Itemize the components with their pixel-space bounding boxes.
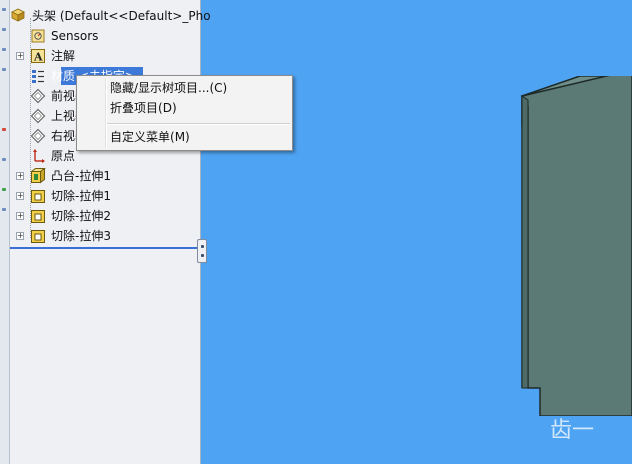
menu-item-label: 折叠项目 [110, 101, 159, 115]
menu-separator [107, 123, 290, 125]
tree-item-label: 原点 [51, 149, 76, 163]
tree-root-label: 头架 (Default<<Default>_Pho [32, 9, 211, 23]
panel-splitter-handle[interactable] [197, 239, 207, 263]
strip-icon[interactable] [2, 158, 6, 161]
feature-manager-tree: 头架 (Default<<Default>_Pho Sensors + A 注解… [10, 0, 211, 464]
strip-icon[interactable] [2, 208, 6, 211]
cut-extrude-icon [31, 210, 45, 223]
expand-toggle[interactable]: + [16, 232, 24, 240]
menu-item-hide-show-tree-items[interactable]: 隐藏/显示树项目...(C) [110, 79, 227, 97]
command-strip [0, 0, 10, 464]
strip-icon[interactable] [2, 8, 6, 11]
boss-extrude-icon [30, 168, 46, 184]
watermark: 齿一 [550, 418, 595, 443]
plane-icon [30, 88, 46, 104]
expand-toggle[interactable]: + [16, 52, 24, 60]
cut-extrude-icon [31, 230, 45, 243]
menu-gutter [105, 78, 107, 148]
rollback-bar[interactable] [10, 247, 205, 249]
menu-item-collapse-items[interactable]: 折叠项目(D) [110, 99, 177, 117]
tree-item-label: 切除-拉伸2 [51, 209, 111, 223]
strip-icon[interactable] [2, 48, 6, 51]
tree-item-label: 凸台-拉伸1 [51, 169, 111, 183]
annotations-icon: A [31, 49, 45, 64]
part-icon [11, 8, 25, 22]
menu-item-customize-menu[interactable]: 自定义菜单(M) [110, 128, 190, 146]
expand-toggle[interactable]: + [16, 212, 24, 220]
menu-item-shortcut: (C) [209, 81, 228, 95]
menu-item-label: 自定义菜单 [110, 130, 171, 144]
sensors-icon [31, 29, 45, 43]
cut-extrude-icon [31, 190, 45, 203]
part-model[interactable] [520, 76, 632, 416]
strip-icon[interactable] [2, 188, 6, 191]
tree-item-label: 切除-拉伸1 [51, 189, 111, 203]
tree-item-label: 注解 [51, 49, 76, 63]
context-menu: 隐藏/显示树项目...(C) 折叠项目(D) 自定义菜单(M) [76, 75, 293, 151]
strip-icon[interactable] [2, 28, 6, 31]
strip-icon[interactable] [2, 68, 6, 71]
plane-icon [30, 108, 46, 124]
menu-item-shortcut: (D) [158, 101, 177, 115]
origin-icon [33, 149, 45, 163]
expand-toggle[interactable]: + [16, 172, 24, 180]
plane-icon [30, 128, 46, 144]
svg-text:A: A [33, 51, 43, 64]
expand-toggle[interactable]: + [16, 192, 24, 200]
tree-item-label: 切除-拉伸3 [51, 229, 111, 243]
strip-icon[interactable] [2, 128, 6, 131]
menu-item-shortcut: (M) [170, 130, 190, 144]
menu-item-label: 隐藏/显示树项目... [110, 81, 210, 95]
material-icon [32, 70, 44, 83]
tree-item-label: Sensors [51, 29, 99, 43]
